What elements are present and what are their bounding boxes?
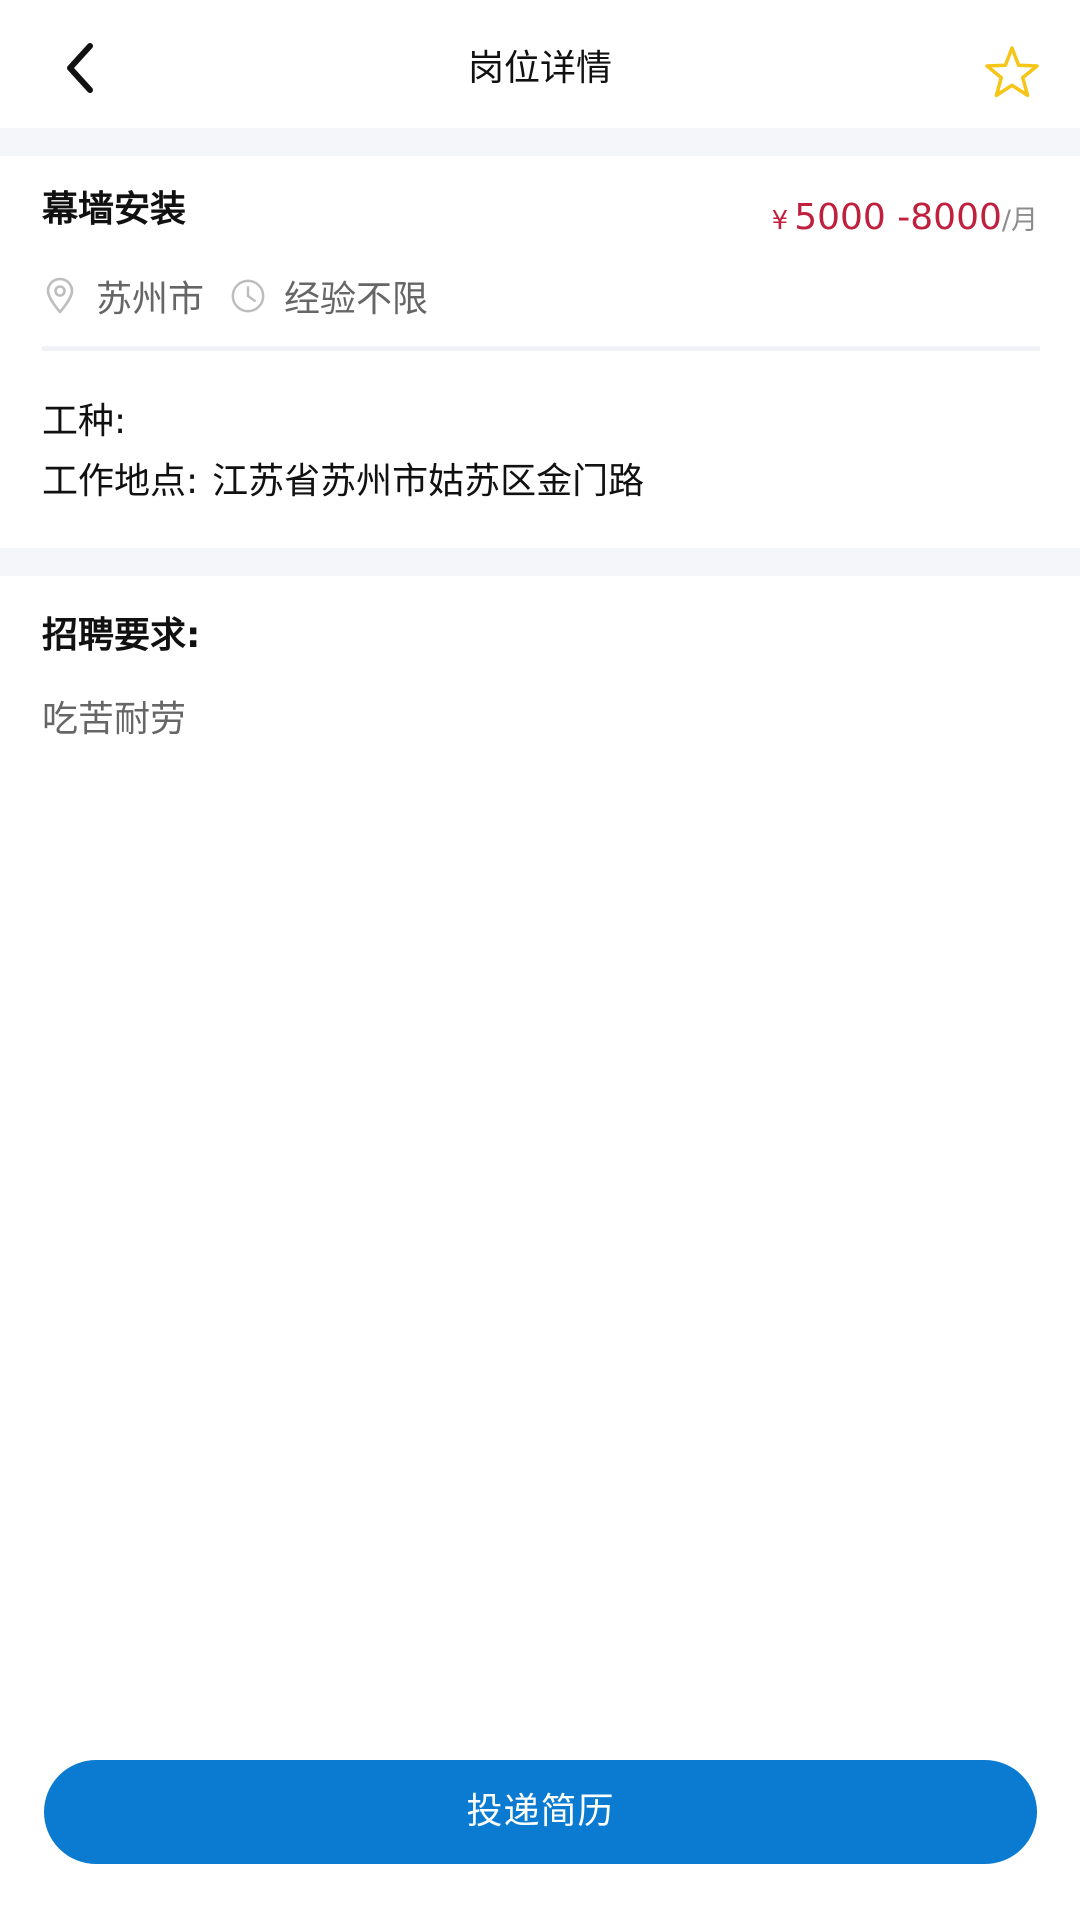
work-location-line: 工作地点: 江苏省苏州市姑苏区金门路: [42, 452, 644, 512]
submit-resume-button[interactable]: 投递简历: [44, 1760, 1037, 1864]
job-summary-card: 幕墙安装 ¥5000 -8000/月 苏州市 经验不限 工种: 工作地点: 江苏省…: [0, 156, 1080, 548]
salary-range: ¥5000 -8000/月: [772, 188, 1038, 254]
work-type-label: 工种:: [42, 401, 127, 442]
favorite-button[interactable]: [972, 34, 1052, 114]
requirements-text: 吃苦耐劳: [42, 699, 187, 740]
requirements-section: 招聘要求: 吃苦耐劳: [0, 576, 1080, 1800]
salary-amount: 5000 -8000: [794, 197, 1002, 238]
divider: [42, 346, 1040, 351]
top-navigation-bar: 岗位详情: [0, 0, 1080, 128]
job-experience: 经验不限: [284, 279, 429, 320]
job-meta-row: 苏州市 经验不限: [42, 266, 428, 326]
requirements-heading: 招聘要求:: [42, 615, 201, 656]
star-outline-icon: [984, 45, 1040, 103]
work-location-label: 工作地点:: [42, 461, 199, 502]
section-separator: [0, 128, 1080, 156]
job-city: 苏州市: [96, 279, 205, 320]
location-pin-icon: [42, 276, 78, 316]
page-title: 岗位详情: [467, 48, 612, 89]
work-location-value: 江苏省苏州市姑苏区金门路: [212, 461, 645, 502]
job-title: 幕墙安装: [42, 189, 187, 230]
work-type-line: 工种:: [42, 392, 126, 452]
clock-icon: [230, 276, 266, 316]
section-separator: [0, 548, 1080, 576]
salary-unit: /月: [1001, 205, 1038, 236]
salary-currency: ¥: [771, 206, 789, 236]
